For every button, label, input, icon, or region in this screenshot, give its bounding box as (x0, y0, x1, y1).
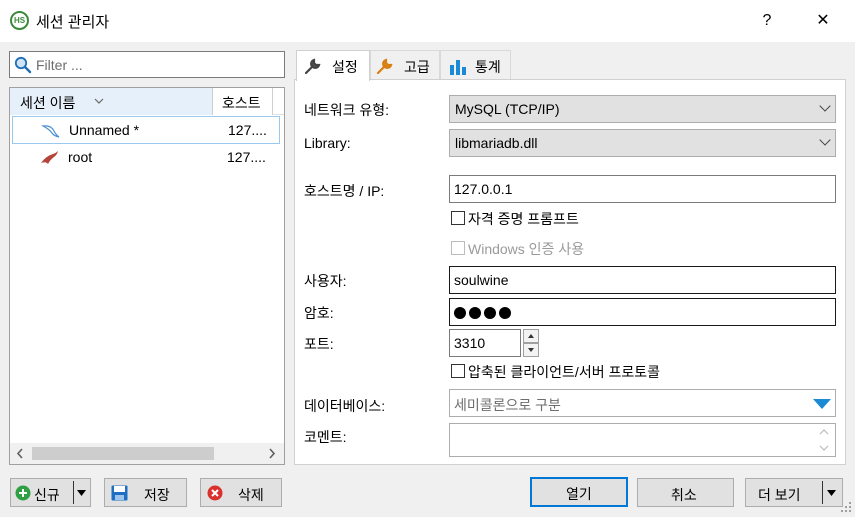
filter-box[interactable] (9, 51, 285, 78)
tab-label: 고급 (404, 59, 430, 75)
database-placeholder: 세미콜론으로 구분 (454, 397, 561, 413)
compressed-protocol-checkbox[interactable] (451, 364, 465, 378)
app-icon: HS (10, 11, 29, 30)
more-button-label: 더 보기 (758, 487, 801, 503)
port-label: 포트: (304, 336, 334, 352)
settings-panel: 네트워크 유형: MySQL (TCP/IP) Library: libmari… (294, 79, 846, 465)
orange-wrench-icon (376, 58, 393, 75)
horizontal-scrollbar[interactable] (10, 443, 284, 464)
search-icon (14, 56, 32, 74)
window-title: 세션 관리자 (36, 14, 110, 31)
hostname-label: 호스트명 / IP: (304, 183, 385, 199)
comment-scroll-arrows-icon (819, 429, 829, 451)
split-divider (822, 481, 823, 504)
dolphin-icon (41, 151, 58, 164)
port-value: 3310 (454, 335, 486, 351)
new-button-label: 신규 (34, 487, 60, 503)
network-type-label: 네트워크 유형: (304, 102, 390, 118)
dropdown-triangle-icon[interactable] (813, 399, 831, 410)
column-header-label: 호스트 (222, 95, 261, 111)
windows-auth-label: Windows 인증 사용 (468, 241, 585, 257)
dropdown-arrow-icon[interactable] (827, 490, 836, 496)
comment-label: 코멘트: (304, 429, 347, 445)
session-list[interactable]: 세션 이름 호스트 Unnamed * 127.... root 127.... (9, 87, 285, 465)
hostname-input[interactable]: 127.0.0.1 (449, 175, 836, 203)
comment-textarea[interactable] (449, 423, 836, 457)
database-label: 데이터베이스: (304, 398, 386, 414)
save-button[interactable]: 저장 (104, 478, 187, 507)
cancel-button-label: 취소 (671, 487, 697, 503)
tab-settings[interactable]: 설정 (296, 50, 370, 81)
scroll-right-icon[interactable] (268, 448, 276, 459)
scrollbar-thumb[interactable] (32, 447, 214, 460)
password-mask (454, 306, 514, 322)
scroll-left-icon[interactable] (16, 448, 24, 459)
network-type-select[interactable]: MySQL (TCP/IP) (449, 95, 836, 123)
save-button-label: 저장 (144, 487, 170, 503)
sort-chevron-icon (94, 98, 104, 104)
split-divider (73, 481, 74, 504)
column-header-host[interactable]: 호스트 (213, 88, 273, 115)
session-name: root (68, 149, 93, 165)
port-input[interactable]: 3310 (449, 329, 521, 357)
resize-grip-icon[interactable] (838, 499, 852, 513)
open-button[interactable]: 열기 (530, 477, 628, 507)
network-type-value: MySQL (TCP/IP) (455, 101, 560, 117)
column-header-session-name[interactable]: 세션 이름 (10, 88, 213, 115)
password-input[interactable] (449, 298, 836, 326)
close-button[interactable]: ✕ (812, 10, 834, 32)
tab-label: 통계 (475, 59, 501, 75)
new-session-button[interactable]: 신규 (10, 478, 91, 507)
cancel-button[interactable]: 취소 (637, 478, 734, 507)
help-button[interactable]: ? (756, 10, 778, 32)
dropdown-arrow-icon[interactable] (77, 490, 86, 496)
session-name: Unnamed * (69, 122, 140, 138)
user-value: soulwine (454, 272, 509, 288)
compressed-protocol-label: 압축된 클라이언트/서버 프로토콜 (468, 364, 660, 380)
open-button-label: 열기 (566, 486, 592, 502)
filter-input[interactable] (34, 54, 279, 75)
session-host: 127.... (228, 122, 267, 138)
library-select[interactable]: libmariadb.dll (449, 129, 836, 157)
bar-chart-icon (450, 60, 466, 75)
delete-button[interactable]: 삭제 (200, 478, 282, 507)
library-value: libmariadb.dll (455, 135, 538, 151)
prompt-credentials-checkbox[interactable] (451, 211, 465, 225)
add-icon (15, 485, 31, 501)
port-stepper[interactable] (523, 329, 539, 357)
library-label: Library: (304, 135, 351, 151)
column-header-label: 세션 이름 (20, 95, 76, 111)
prompt-credentials-label: 자격 증명 프롬프트 (468, 211, 579, 227)
delete-icon (207, 485, 223, 501)
chevron-down-icon (819, 134, 831, 146)
more-button[interactable]: 더 보기 (745, 478, 843, 507)
dolphin-outline-icon (41, 125, 60, 138)
session-host: 127.... (227, 149, 266, 165)
password-label: 암호: (304, 305, 334, 321)
user-input[interactable]: soulwine (449, 266, 836, 294)
hostname-value: 127.0.0.1 (454, 181, 513, 197)
tab-statistics[interactable]: 통계 (440, 50, 511, 80)
database-combo[interactable]: 세미콜론으로 구분 (449, 389, 836, 417)
windows-auth-checkbox[interactable] (451, 241, 465, 255)
title-bar (0, 0, 855, 42)
tab-advanced[interactable]: 고급 (370, 50, 440, 80)
tab-label: 설정 (332, 59, 358, 75)
user-label: 사용자: (304, 273, 347, 289)
session-row-root[interactable]: root 127.... (12, 144, 280, 172)
session-row-unnamed[interactable]: Unnamed * 127.... (12, 116, 280, 144)
chevron-down-icon (819, 100, 831, 112)
delete-button-label: 삭제 (238, 487, 264, 503)
floppy-disk-icon (111, 485, 128, 501)
wrench-icon (304, 58, 321, 75)
